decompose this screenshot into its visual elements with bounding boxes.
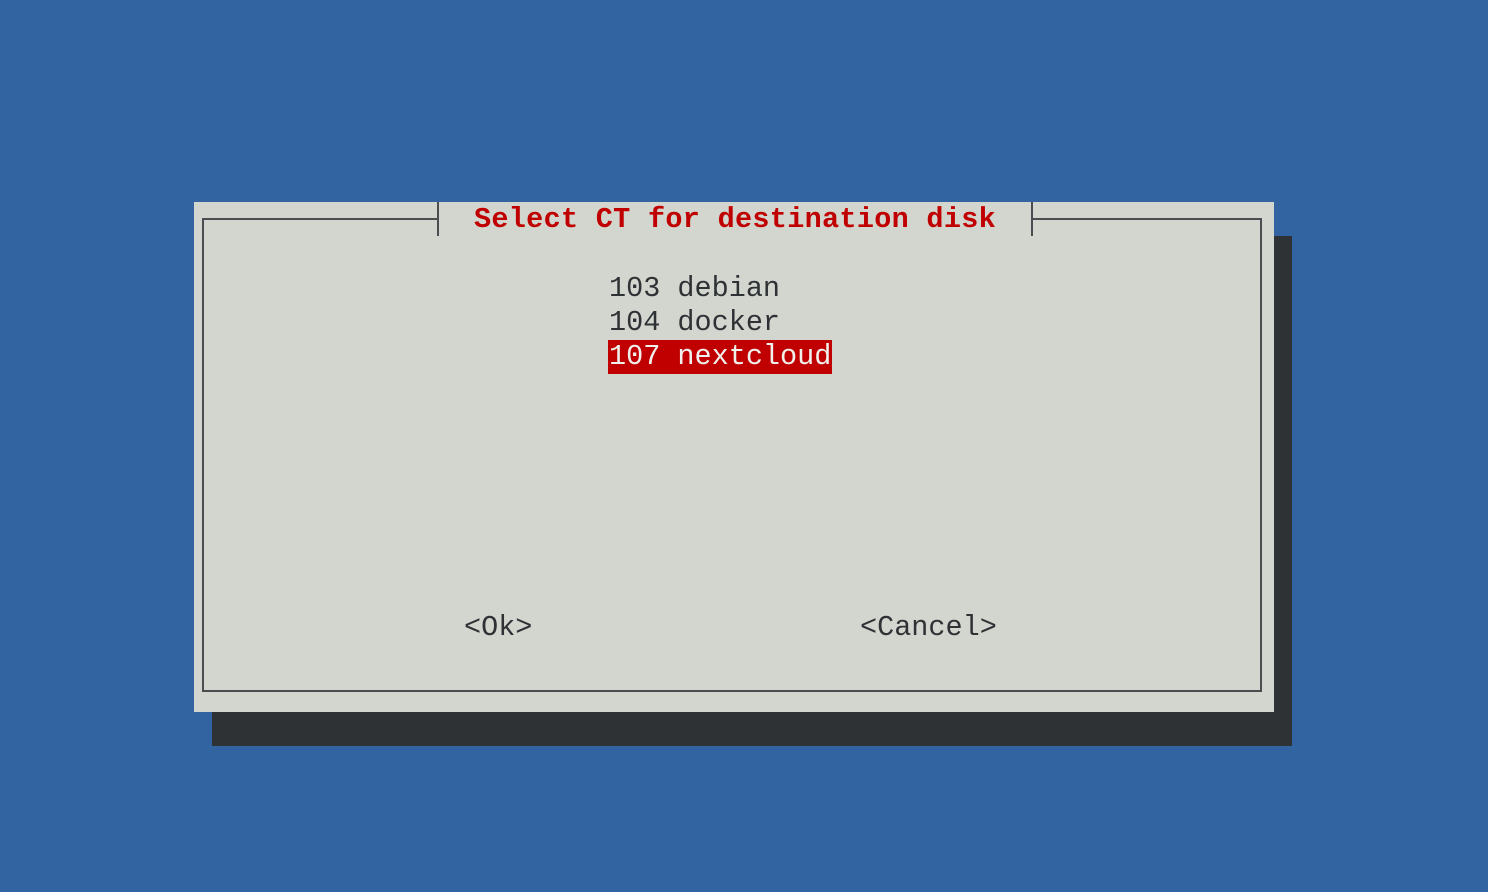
- list-item-107-selected[interactable]: 107 nextcloud: [608, 340, 833, 374]
- dialog-title-bar: Select CT for destination disk: [437, 202, 1033, 236]
- list-item-label: 103 debian: [609, 272, 781, 305]
- title-right-divider: [1031, 202, 1033, 236]
- dialog-title: Select CT for destination disk: [473, 203, 997, 236]
- select-ct-dialog: Select CT for destination disk 103 debia…: [194, 202, 1274, 712]
- list-item-103[interactable]: 103 debian: [608, 272, 832, 306]
- list-item-label: 107 nextcloud: [608, 340, 833, 374]
- cancel-button[interactable]: <Cancel>: [860, 611, 997, 645]
- ok-button[interactable]: <Ok>: [464, 611, 532, 645]
- ct-list: 103 debian 104 docker 107 nextcloud: [608, 272, 833, 374]
- list-item-label: 104 docker: [609, 306, 781, 339]
- list-item-104[interactable]: 104 docker: [608, 306, 832, 340]
